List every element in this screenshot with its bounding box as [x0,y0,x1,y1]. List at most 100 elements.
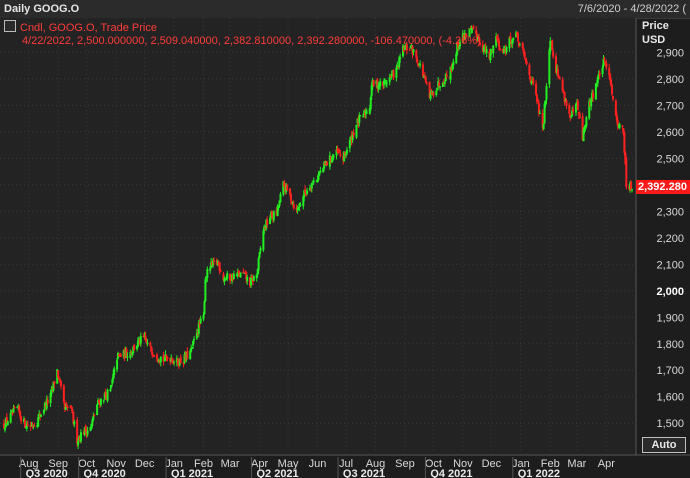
x-group-label: Q1 2021 [171,468,213,478]
y-tick-label: 2,000 [656,286,684,298]
candle [625,155,628,190]
candlestick-chart[interactable]: 1,500 1,600 1,700 1,800 1,900 2,000 2,100 2,200… [0,0,690,478]
candle-body [312,180,315,183]
y-axis-title: Price USD [642,19,669,47]
candle-body [292,204,295,209]
candle-body [529,76,532,81]
candle-body [621,125,624,127]
candle-body [345,149,348,154]
candle-body [525,60,528,65]
y-tick-label: 2,500 [656,153,684,165]
candle-body [6,421,9,426]
candle-body [598,73,601,76]
candle-body [286,185,289,191]
candle-body [578,113,581,118]
candle-body [26,424,29,426]
candle-body [113,368,116,376]
candle-body [558,77,561,79]
candle-body [601,67,604,74]
candle-body [603,58,606,60]
candle-body [46,399,49,404]
x-tick-label: Dec [482,458,502,470]
candle [532,77,535,86]
auto-scale-button[interactable]: Auto [642,437,686,453]
y-tick-label: 1,600 [656,392,684,404]
candle-body [86,430,89,435]
candle-body [66,406,69,408]
candle [252,274,255,281]
candle-body [116,360,119,370]
y-tick-label: 1,800 [656,339,684,351]
candle-body [565,100,568,107]
candle-body [408,49,411,51]
candle [203,299,206,316]
candle-body [492,45,495,54]
candle-body [339,154,342,156]
candle-body [239,272,242,278]
candle-body [9,413,12,423]
candle-body [20,416,23,422]
candle-body [319,170,322,173]
candle-body [365,112,368,114]
candle-body [226,273,229,279]
candle-body [416,59,419,63]
grid-lines [0,18,690,456]
candle-body [425,82,428,84]
candle-body [548,49,551,85]
candle-body [556,69,559,76]
candle [149,341,152,347]
candle-body [535,83,538,95]
candle [516,31,519,43]
lock-icon[interactable] [4,20,16,32]
candle-body [452,61,455,66]
candle-body [359,115,362,117]
candle-body [372,80,375,86]
y-tick-label: 2,100 [656,259,684,271]
candle-body [199,318,202,324]
candle-body [77,440,80,446]
candle-body [232,274,235,279]
last-price-label: 2,392.280 [636,179,690,194]
candle-body [186,351,189,359]
candle-body [299,204,302,206]
candle [611,95,614,102]
candle-body [362,116,365,118]
candle-body [109,388,112,392]
x-group-label: Q1 2022 [518,468,560,478]
candle-body [625,158,628,187]
y-tick-label: 1,900 [656,312,684,324]
candle-body [149,342,152,346]
candle [106,388,109,403]
x-tick-label: Dec [135,458,155,470]
candle-body [209,268,212,271]
candle-body [518,44,521,46]
candle [576,99,579,111]
candle-body [219,270,222,272]
candle [79,429,82,444]
x-group-label: Q4 2021 [430,468,472,478]
candle-body [133,344,136,350]
candle-body [206,268,209,278]
candle [392,69,395,81]
candle-body [289,193,292,201]
candle-body [159,356,162,363]
candle-body [306,190,309,194]
candle-body [73,421,76,425]
candle-body [93,414,96,416]
candle-body [623,132,626,153]
candle-body [512,37,515,41]
candle-body [435,90,438,96]
y-tick-label: 1,700 [656,365,684,377]
candle-body [79,432,82,442]
candle [239,272,242,278]
x-tick-label: Mar [567,458,586,470]
candle-body [33,425,36,427]
candle-body [552,51,555,57]
candle [102,399,105,404]
candle-body [523,51,526,58]
candle-body [326,162,329,166]
candle [432,91,435,98]
candle-body [509,36,512,39]
candle-body [173,361,176,363]
candles [3,24,633,450]
